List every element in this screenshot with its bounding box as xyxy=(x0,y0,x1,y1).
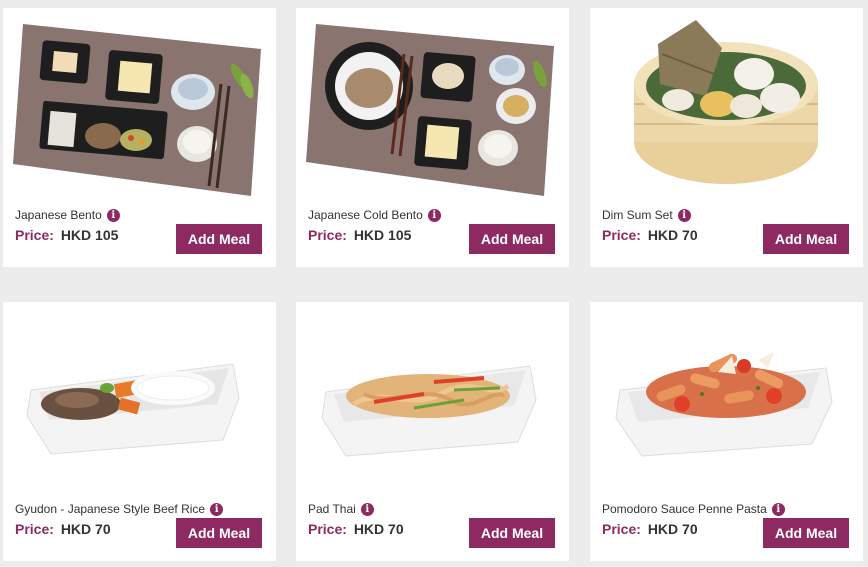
meal-price: Price: HKD 70 xyxy=(602,227,698,243)
add-meal-button[interactable]: Add Meal xyxy=(763,224,849,254)
meal-name: Japanese Bento i xyxy=(15,208,120,222)
meal-name-text: Pad Thai xyxy=(308,502,356,516)
price-value: HKD 105 xyxy=(353,227,412,243)
info-icon[interactable]: i xyxy=(210,502,224,516)
meal-image-dim-sum-set xyxy=(598,14,855,202)
price-label: Price: xyxy=(15,521,54,537)
meal-name: Dim Sum Set i xyxy=(602,208,691,222)
meal-image-japanese-cold-bento xyxy=(304,14,561,202)
price-label: Price: xyxy=(15,227,54,243)
price-value: HKD 70 xyxy=(353,521,404,537)
meal-card-japanese-cold-bento: Japanese Cold Bento i Price: HKD 105 Add… xyxy=(296,8,569,267)
add-meal-button[interactable]: Add Meal xyxy=(176,224,262,254)
meal-price: Price: HKD 70 xyxy=(308,521,404,537)
info-icon[interactable]: i xyxy=(106,208,120,222)
price-label: Price: xyxy=(308,521,347,537)
meal-name-text: Japanese Cold Bento xyxy=(308,208,423,222)
add-meal-button[interactable]: Add Meal xyxy=(469,224,555,254)
meal-name: Japanese Cold Bento i xyxy=(308,208,441,222)
info-icon[interactable]: i xyxy=(771,502,785,516)
price-value: HKD 70 xyxy=(647,227,698,243)
meal-card-japanese-bento: Japanese Bento i Price: HKD 105 Add Meal xyxy=(3,8,276,267)
price-value: HKD 70 xyxy=(60,521,111,537)
meal-price: Price: HKD 70 xyxy=(15,521,111,537)
meal-name: Pomodoro Sauce Penne Pasta i xyxy=(602,502,785,516)
meal-name: Pad Thai i xyxy=(308,502,374,516)
price-label: Price: xyxy=(602,227,641,243)
meal-card-dim-sum-set: Dim Sum Set i Price: HKD 70 Add Meal xyxy=(590,8,863,267)
add-meal-button[interactable]: Add Meal xyxy=(176,518,262,548)
meal-image-gyudon xyxy=(11,308,268,496)
meal-name-text: Gyudon - Japanese Style Beef Rice xyxy=(15,502,206,516)
meal-image-pomodoro-penne xyxy=(598,308,855,496)
meal-card-gyudon: Gyudon - Japanese Style Beef Rice i Pric… xyxy=(3,302,276,561)
add-meal-button[interactable]: Add Meal xyxy=(469,518,555,548)
meal-card-pomodoro-penne: Pomodoro Sauce Penne Pasta i Price: HKD … xyxy=(590,302,863,561)
price-label: Price: xyxy=(602,521,641,537)
meal-price: Price: HKD 105 xyxy=(15,227,118,243)
meal-image-japanese-bento xyxy=(11,14,268,202)
meal-price: Price: HKD 70 xyxy=(602,521,698,537)
meal-name: Gyudon - Japanese Style Beef Rice i xyxy=(15,502,224,516)
meal-card-pad-thai: Pad Thai i Price: HKD 70 Add Meal xyxy=(296,302,569,561)
info-icon[interactable]: i xyxy=(427,208,441,222)
meal-price: Price: HKD 105 xyxy=(308,227,411,243)
meal-name-text: Dim Sum Set xyxy=(602,208,673,222)
meal-name-text: Pomodoro Sauce Penne Pasta xyxy=(602,502,767,516)
price-label: Price: xyxy=(308,227,347,243)
price-value: HKD 70 xyxy=(647,521,698,537)
add-meal-button[interactable]: Add Meal xyxy=(763,518,849,548)
meal-name-text: Japanese Bento xyxy=(15,208,102,222)
price-value: HKD 105 xyxy=(60,227,119,243)
meal-image-pad-thai xyxy=(304,308,561,496)
info-icon[interactable]: i xyxy=(360,502,374,516)
info-icon[interactable]: i xyxy=(677,208,691,222)
